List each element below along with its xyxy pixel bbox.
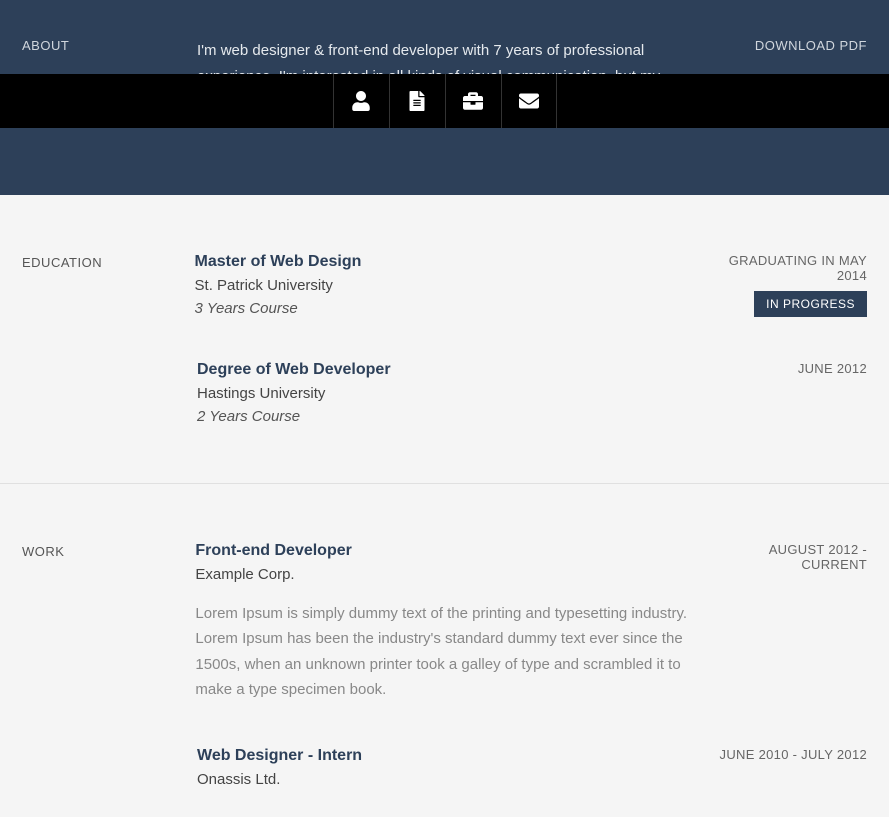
work-description: Lorem Ipsum is simply dummy text of the … (195, 601, 700, 703)
nav-resume[interactable] (389, 74, 445, 128)
hero-section: ABOUT I'm web designer & front-end devel… (0, 0, 889, 195)
in-progress-badge: IN PROGRESS (754, 291, 867, 317)
section-label-empty (22, 747, 197, 794)
work-section: WORK Front-end Developer Example Corp. L… (0, 484, 889, 814)
work-item: WORK Front-end Developer Example Corp. L… (22, 542, 867, 703)
education-school: Hastings University (197, 385, 707, 402)
education-main: Degree of Web Developer Hastings Univers… (197, 361, 707, 425)
education-item: EDUCATION Master of Web Design St. Patri… (22, 253, 867, 317)
education-school: St. Patrick University (195, 277, 698, 294)
education-title: Master of Web Design (195, 253, 698, 271)
file-icon (407, 91, 427, 111)
work-date: JUNE 2010 - JULY 2012 (720, 747, 867, 762)
section-label: EDUCATION (22, 253, 195, 317)
education-duration: 2 Years Course (197, 408, 707, 425)
envelope-icon (519, 91, 539, 111)
education-duration: 3 Years Course (195, 300, 698, 317)
work-title: Web Designer - Intern (197, 747, 707, 765)
work-meta: JUNE 2010 - JULY 2012 (720, 747, 867, 794)
work-company: Onassis Ltd. (197, 771, 707, 788)
nav-about[interactable] (333, 74, 389, 128)
work-title: Front-end Developer (195, 542, 700, 560)
briefcase-icon (463, 91, 483, 111)
user-icon (351, 91, 371, 111)
education-meta: GRADUATING IN MAY 2014 IN PROGRESS (697, 253, 867, 317)
nav-portfolio[interactable] (445, 74, 501, 128)
work-item: Web Designer - Intern Onassis Ltd. JUNE … (22, 747, 867, 794)
section-label-empty (22, 361, 197, 425)
work-meta: AUGUST 2012 - CURRENT (701, 542, 867, 703)
work-company: Example Corp. (195, 566, 700, 583)
education-section: EDUCATION Master of Web Design St. Patri… (0, 195, 889, 484)
education-date: GRADUATING IN MAY 2014 (697, 253, 867, 283)
education-meta: JUNE 2012 (798, 361, 867, 425)
education-item: Degree of Web Developer Hastings Univers… (22, 361, 867, 425)
nav-contact[interactable] (501, 74, 557, 128)
education-date: JUNE 2012 (798, 361, 867, 376)
education-title: Degree of Web Developer (197, 361, 707, 379)
nav-bar (0, 74, 889, 128)
work-main: Front-end Developer Example Corp. Lorem … (195, 542, 700, 703)
work-date: AUGUST 2012 - CURRENT (701, 542, 867, 572)
education-main: Master of Web Design St. Patrick Univers… (195, 253, 698, 317)
work-main: Web Designer - Intern Onassis Ltd. (197, 747, 707, 794)
section-label: WORK (22, 542, 195, 703)
